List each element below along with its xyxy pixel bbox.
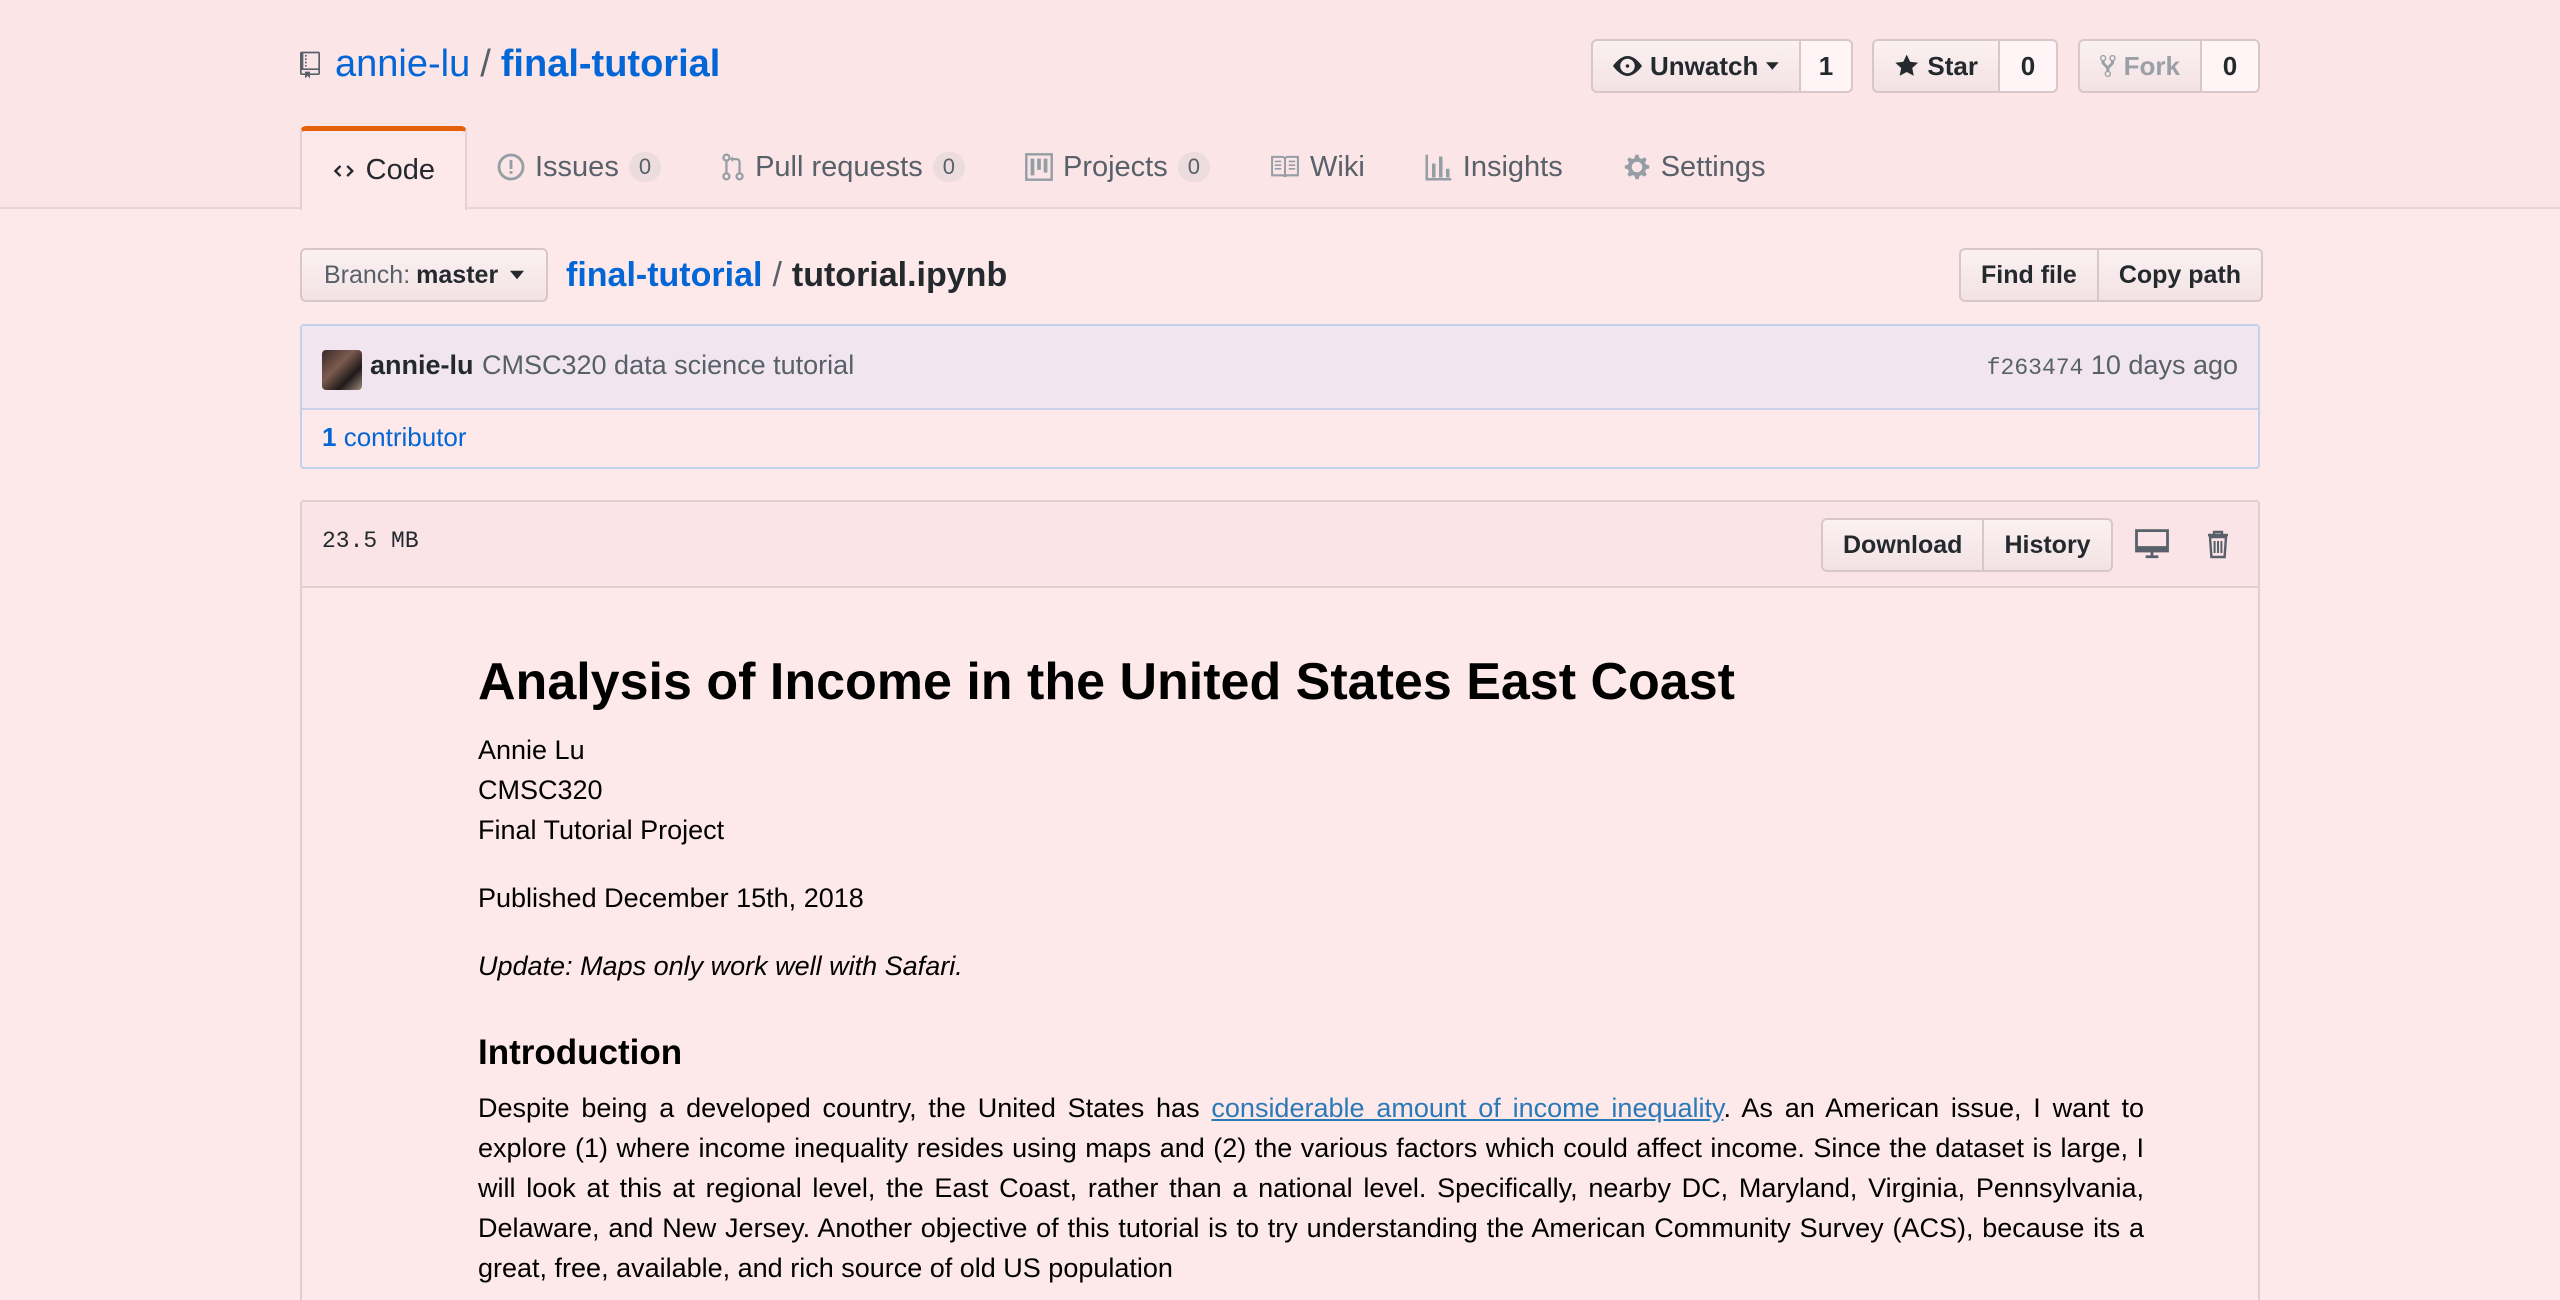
tab-insights[interactable]: Insights <box>1395 126 1593 208</box>
published-date: Published December 15th, 2018 <box>478 883 864 913</box>
repo-owner-link[interactable]: annie-lu <box>335 43 470 85</box>
watch-group: Unwatch 1 <box>1591 39 1853 93</box>
chevron-down-icon <box>510 270 525 280</box>
update-note: Update: Maps only work well with Safari. <box>478 951 963 981</box>
star-label: Star <box>1927 50 1978 81</box>
intro-text-start: Despite being a developed country, the U… <box>478 1093 1212 1123</box>
tab-wiki[interactable]: Wiki <box>1240 126 1395 208</box>
commit-meta: f263474 10 days ago <box>1987 350 2238 381</box>
tab-label: Insights <box>1462 150 1563 183</box>
tab-projects[interactable]: Projects 0 <box>995 126 1240 208</box>
issues-counter: 0 <box>628 152 662 182</box>
commit-message-link[interactable]: CMSC320 data science tutorial <box>482 350 854 381</box>
tab-label: Issues <box>535 150 619 183</box>
repo-name-link[interactable]: final-tutorial <box>501 43 721 85</box>
repo-nav-tabs: Code Issues 0 Pull requests 0 Projects 0… <box>300 126 1796 210</box>
star-icon <box>1895 54 1919 76</box>
file-header: 23.5 MB Download History <box>302 502 2258 588</box>
book-icon <box>1271 155 1299 178</box>
history-button[interactable]: History <box>1984 518 2113 572</box>
star-group: Star 0 <box>1872 39 2058 93</box>
tab-label: Code <box>365 154 435 186</box>
fork-group: Fork 0 <box>2078 39 2260 93</box>
delete-file-button[interactable] <box>2196 522 2240 566</box>
fork-button[interactable]: Fork <box>2078 39 2202 93</box>
branch-name: master <box>416 260 499 289</box>
file-size: 23.5 MB <box>322 528 419 554</box>
tab-pull-requests[interactable]: Pull requests 0 <box>691 126 995 208</box>
eye-icon <box>1613 56 1642 76</box>
copy-path-button[interactable]: Copy path <box>2098 248 2264 302</box>
tab-label: Settings <box>1660 150 1766 183</box>
avatar[interactable] <box>322 350 362 390</box>
tab-label: Projects <box>1062 150 1168 183</box>
branch-select-button[interactable]: Branch: master <box>300 248 549 302</box>
watchers-count[interactable]: 1 <box>1801 39 1853 93</box>
forks-count[interactable]: 0 <box>2202 39 2260 93</box>
tab-settings[interactable]: Settings <box>1593 126 1796 208</box>
stars-count[interactable]: 0 <box>2000 39 2058 93</box>
tab-label: Wiki <box>1310 150 1365 183</box>
projects-counter: 0 <box>1177 152 1210 182</box>
open-desktop-button[interactable] <box>2130 522 2174 566</box>
pull-requests-counter: 0 <box>932 152 965 182</box>
pull-request-icon <box>722 153 744 181</box>
file-actions: Download History <box>1821 518 2113 572</box>
repo-header: annie-lu / final-tutorial Unwatch 1 Star 0… <box>0 0 2560 210</box>
fork-label: Fork <box>2123 50 2180 81</box>
chevron-down-icon <box>1766 62 1779 70</box>
contributors-label: contributor <box>343 422 467 452</box>
download-button[interactable]: Download <box>1821 518 1985 572</box>
project-line: Final Tutorial Project <box>478 815 725 845</box>
desktop-icon <box>2135 529 2169 559</box>
income-inequality-link[interactable]: considerable amount of income inequality <box>1211 1093 1723 1123</box>
file-navigation-tools: Find file Copy path <box>1959 248 2264 302</box>
intro-paragraph: Despite being a developed country, the U… <box>478 1088 2144 1288</box>
repo-icon <box>300 51 320 79</box>
gear-icon <box>1624 154 1649 180</box>
commit-author-link[interactable]: annie-lu <box>370 350 474 381</box>
repo-title-separator: / <box>480 43 491 85</box>
commit-tease: annie-lu CMSC320 data science tutorial f… <box>300 324 2260 469</box>
unwatch-button[interactable]: Unwatch <box>1591 39 1801 93</box>
latest-commit: annie-lu CMSC320 data science tutorial f… <box>302 326 2258 410</box>
tab-issues[interactable]: Issues 0 <box>467 126 691 208</box>
course-line: CMSC320 <box>478 775 603 805</box>
graph-icon <box>1425 154 1452 181</box>
breadcrumb-root-link[interactable]: final-tutorial <box>566 256 762 294</box>
contributors-count: 1 <box>322 422 337 452</box>
project-icon <box>1025 153 1053 181</box>
notebook-render: Analysis of Income in the United States … <box>478 642 2144 1288</box>
commit-sha-link[interactable]: f263474 <box>1987 355 2084 381</box>
intro-heading: Introduction <box>478 1033 683 1072</box>
star-button[interactable]: Star <box>1872 39 2000 93</box>
contributors-link[interactable]: 1 contributor <box>322 422 467 453</box>
branch-prefix: Branch: <box>324 260 411 289</box>
tab-label: Pull requests <box>755 150 923 183</box>
author-line: Annie Lu <box>478 735 585 765</box>
trash-icon <box>2208 530 2228 559</box>
commit-age: 10 days ago <box>2090 350 2238 380</box>
repo-title: annie-lu / final-tutorial <box>335 38 720 90</box>
issue-icon <box>497 153 525 181</box>
fork-icon <box>2100 55 2116 77</box>
tab-code[interactable]: Code <box>300 126 467 210</box>
breadcrumb-separator: / <box>772 256 782 294</box>
file-viewer: 23.5 MB Download History Analysis of Inc… <box>300 500 2260 1300</box>
breadcrumb-current-file: tutorial.ipynb <box>791 256 1008 294</box>
find-file-button[interactable]: Find file <box>1959 248 2099 302</box>
code-icon <box>333 164 354 177</box>
notebook-title: Analysis of Income in the United States … <box>478 653 1735 711</box>
unwatch-label: Unwatch <box>1649 50 1759 81</box>
breadcrumb: final-tutorial / tutorial.ipynb <box>566 252 1007 298</box>
